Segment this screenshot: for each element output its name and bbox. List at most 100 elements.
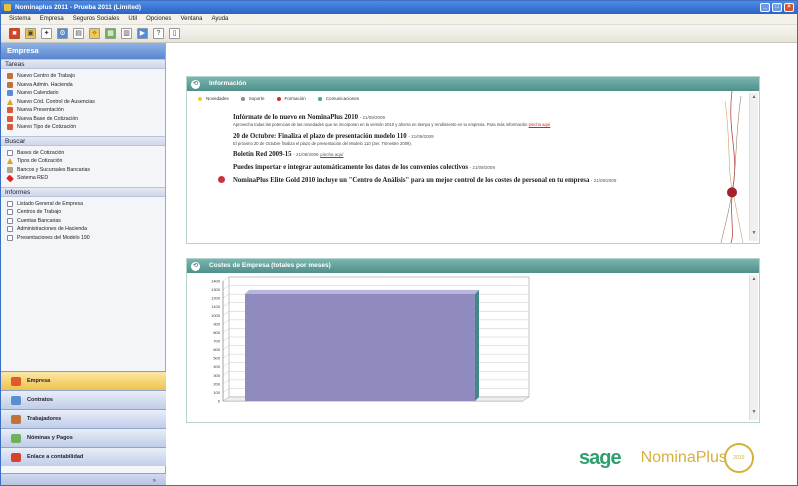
nav-empresa-button[interactable]: Empresa bbox=[1, 371, 166, 390]
y-tick-label: 300 bbox=[213, 373, 220, 378]
news-item[interactable]: 20 de Octubre: Finaliza el plazo de pres… bbox=[233, 133, 753, 147]
sidebar-item-bases[interactable]: Bases de Cotización bbox=[7, 149, 165, 158]
chart-panel: ⟲ Costes de Empresa (totales por meses) … bbox=[186, 258, 760, 423]
company-icon[interactable]: ▣ bbox=[25, 28, 36, 39]
sidebar-item-listado[interactable]: Listado General de Empresa bbox=[7, 200, 165, 209]
news-title[interactable]: Boletín Red 2009-15 bbox=[233, 151, 292, 158]
title-bar: Nominaplus 2011 - Prueba 2011 (Limited) … bbox=[1, 1, 797, 14]
collapse-icon[interactable]: ⟲ bbox=[191, 80, 200, 89]
news-link[interactable]: pincha aquí bbox=[320, 152, 343, 157]
nav-label: Nóminas y Pagos bbox=[27, 435, 73, 441]
close-button[interactable]: × bbox=[784, 3, 794, 12]
section-buscar[interactable]: Buscar bbox=[1, 135, 165, 146]
sidebar-item-nuevo-calendario[interactable]: Nuevo Calendario bbox=[7, 89, 165, 98]
workers-icon bbox=[11, 414, 21, 424]
sidebar-item-label: Nueva Presentación bbox=[17, 107, 64, 114]
print-icon[interactable]: ▤ bbox=[73, 28, 84, 39]
info-scrollbar[interactable]: ▲ ▼ bbox=[749, 93, 758, 241]
sidebar-item-administraciones[interactable]: Administraciones de Hacienda bbox=[7, 225, 165, 234]
scroll-down-icon[interactable]: ▼ bbox=[750, 229, 758, 237]
news-title[interactable]: Puedes importar e integrar automáticamen… bbox=[233, 164, 468, 171]
sidebar-item-centros[interactable]: Centros de Trabajo bbox=[7, 208, 165, 217]
sidebar-item-bancos[interactable]: Bancos y Sucursales Bancarias bbox=[7, 166, 165, 175]
warning-icon bbox=[7, 98, 13, 105]
sidebar-item-tipos[interactable]: Tipos de Cotización bbox=[7, 157, 165, 166]
scroll-up-icon[interactable]: ▲ bbox=[750, 93, 758, 101]
news-item[interactable]: Puedes importar e integrar automáticamen… bbox=[233, 164, 753, 172]
gridline-depth bbox=[222, 319, 230, 325]
maximize-button[interactable]: □ bbox=[772, 3, 782, 12]
legend-formacion[interactable]: Formación bbox=[276, 96, 306, 101]
news-title[interactable]: NominaPlus Elite Gold 2010 incluye un "C… bbox=[233, 177, 589, 184]
legend-novedades[interactable]: Novedades bbox=[198, 96, 229, 101]
menu-ventana[interactable]: Ventana bbox=[180, 14, 202, 24]
export-icon[interactable]: ▶ bbox=[137, 28, 148, 39]
nav-contabilidad-button[interactable]: Enlace a contabilidad bbox=[1, 447, 166, 466]
sidebar-item-nuevo-tipo[interactable]: Nuevo Tipo de Cotización bbox=[7, 123, 165, 132]
application-window: Nominaplus 2011 - Prueba 2011 (Limited) … bbox=[0, 0, 798, 486]
nav-label: Contratos bbox=[27, 397, 53, 403]
magic-icon[interactable]: ✧ bbox=[89, 28, 100, 39]
info-panel-header[interactable]: ⟲ Información bbox=[187, 77, 759, 91]
sidebar-item-cuentas[interactable]: Cuentas Bancarias bbox=[7, 217, 165, 226]
sidebar-item-label: Nuevo Calendario bbox=[17, 90, 59, 97]
scroll-down-icon[interactable]: ▼ bbox=[750, 408, 758, 416]
news-link[interactable]: pincha aquí bbox=[529, 122, 551, 127]
bar-top bbox=[245, 289, 479, 294]
sidebar-item-nueva-presentacion[interactable]: Nueva Presentación bbox=[7, 106, 165, 115]
branding: sage NominaPlus 2010 bbox=[579, 443, 754, 473]
nav-trabajadores-button[interactable]: Trabajadores bbox=[1, 409, 166, 428]
news-item[interactable]: Boletín Red 2009-15 - 21/09/2009 pincha … bbox=[233, 151, 753, 159]
costs-chart: 0 100 200 300 400 500 600 700 800 900 1000 1100 1200… bbox=[211, 276, 530, 404]
warning-icon bbox=[7, 158, 13, 165]
news-title[interactable]: Infórmate de lo nuevo en NominaPlus 2010 bbox=[233, 114, 358, 121]
gridline-depth bbox=[222, 328, 230, 333]
sidebar-item-sistema-red[interactable]: Sistema RED bbox=[6, 174, 165, 183]
calc-icon[interactable]: ▥ bbox=[121, 28, 132, 39]
section-informes[interactable]: Informes bbox=[1, 186, 165, 197]
tax-icon bbox=[7, 107, 13, 114]
exit-icon[interactable]: ■ bbox=[9, 28, 20, 39]
scroll-up-icon[interactable]: ▲ bbox=[750, 275, 758, 283]
red-icon bbox=[6, 174, 14, 183]
minimize-button[interactable]: _ bbox=[760, 3, 770, 12]
legend-soporte[interactable]: Soporte bbox=[240, 96, 265, 101]
gridline-depth bbox=[222, 362, 230, 367]
nav-nominas-button[interactable]: Nóminas y Pagos bbox=[1, 428, 166, 447]
nav-contratos-button[interactable]: Contratos bbox=[1, 390, 166, 409]
bar-side bbox=[475, 289, 479, 401]
folder-icon[interactable]: ▦ bbox=[105, 28, 116, 39]
settings-icon[interactable]: ⚙ bbox=[57, 28, 68, 39]
report-icon bbox=[7, 209, 13, 216]
menu-sistema[interactable]: Sistema bbox=[9, 14, 31, 24]
document-icon[interactable]: ▯ bbox=[169, 28, 180, 39]
chart-panel-header[interactable]: ⟲ Costes de Empresa (totales por meses) bbox=[187, 259, 759, 273]
sidebar: Empresa Tareas Nuevo Centro de Trabajo N… bbox=[1, 43, 166, 485]
menu-ayuda[interactable]: Ayuda bbox=[211, 14, 228, 24]
tools-icon[interactable]: ✦ bbox=[41, 28, 52, 39]
menu-opciones[interactable]: Opciones bbox=[146, 14, 171, 24]
person-icon bbox=[7, 73, 13, 80]
news-item[interactable]: Infórmate de lo nuevo en NominaPlus 2010… bbox=[233, 114, 753, 128]
chart-scrollbar[interactable]: ▲ ▼ bbox=[749, 275, 758, 420]
sidebar-item-presentaciones[interactable]: Presentaciones del Modelo 190 bbox=[7, 234, 165, 243]
sidebar-item-nueva-base[interactable]: Nueva Base de Cotización bbox=[7, 115, 165, 124]
collapse-icon[interactable]: ⟲ bbox=[191, 262, 200, 271]
sidebar-expand-button[interactable]: » bbox=[1, 473, 166, 485]
formacion-bullet-icon bbox=[218, 176, 225, 183]
sidebar-item-nuevo-cod-control[interactable]: Nuevo Cód. Control de Ausencias bbox=[7, 98, 165, 107]
menu-seguros-sociales[interactable]: Seguros Sociales bbox=[73, 14, 120, 24]
report-icon bbox=[7, 217, 13, 224]
person-icon bbox=[7, 81, 13, 88]
legend-comunicaciones[interactable]: Comunicaciones bbox=[317, 96, 359, 101]
nav-label: Trabajadores bbox=[27, 416, 62, 422]
sidebar-item-nuevo-centro[interactable]: Nuevo Centro de Trabajo bbox=[7, 72, 165, 81]
menu-empresa[interactable]: Empresa bbox=[40, 14, 64, 24]
news-title[interactable]: 20 de Octubre: Finaliza el plazo de pres… bbox=[233, 133, 407, 140]
news-date: - 21/09/2009 bbox=[359, 115, 385, 120]
sidebar-item-nueva-admin[interactable]: Nueva Admin. Hacienda bbox=[7, 81, 165, 90]
menu-util[interactable]: Util bbox=[128, 14, 137, 24]
news-item[interactable]: NominaPlus Elite Gold 2010 incluye un "C… bbox=[233, 177, 753, 185]
help-icon[interactable]: ? bbox=[153, 28, 164, 39]
section-tareas[interactable]: Tareas bbox=[1, 59, 165, 69]
